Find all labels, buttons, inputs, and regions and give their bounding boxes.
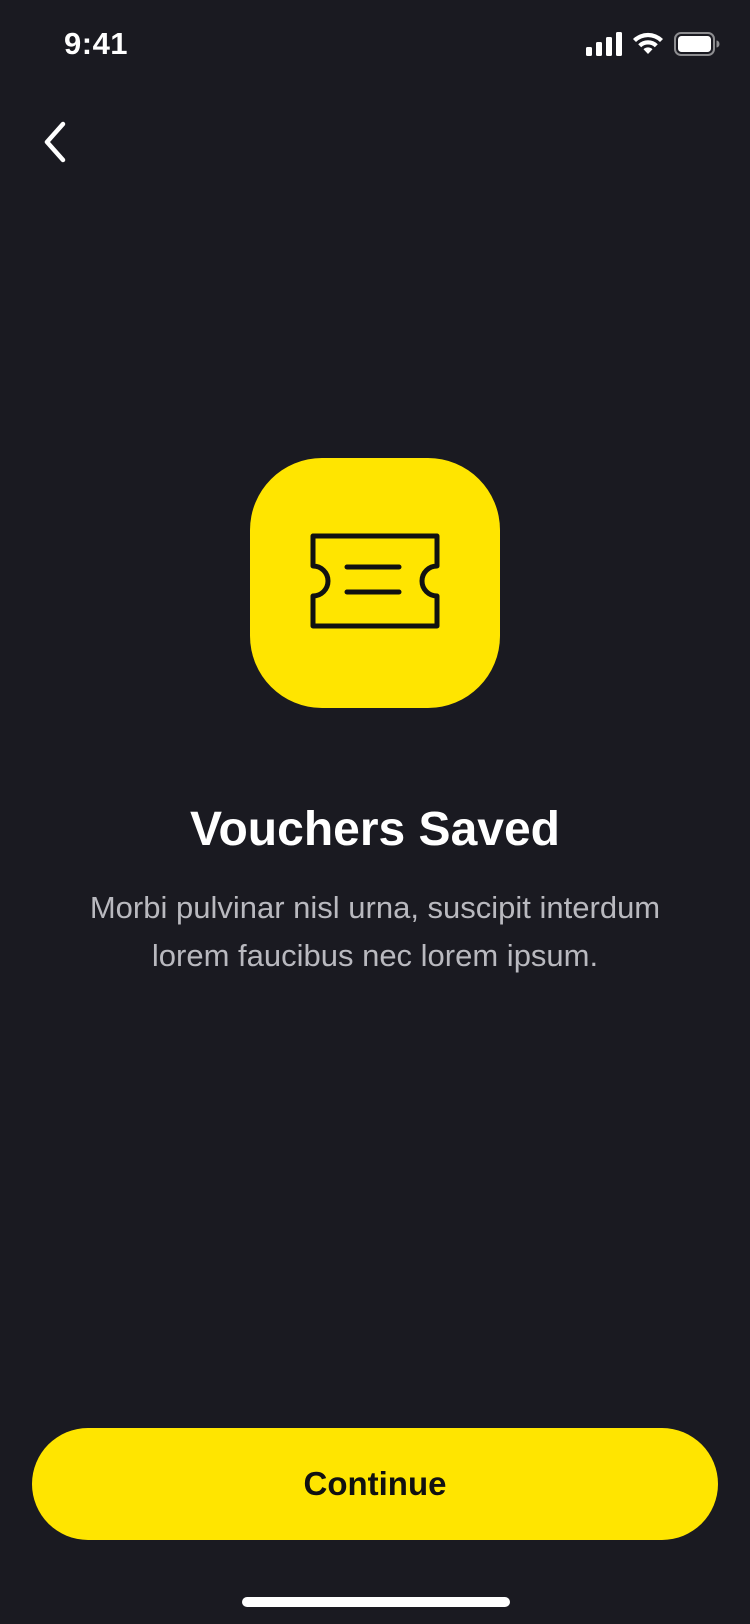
status-icons [586,31,720,61]
battery-icon [674,31,720,61]
continue-button[interactable]: Continue [32,1428,718,1540]
status-time: 9:41 [64,26,129,61]
cellular-signal-icon [586,31,622,61]
home-indicator [242,1597,510,1607]
chevron-left-icon [41,120,69,169]
description-text: Morbi pulvinar nisl urna, suscipit inter… [89,890,661,973]
status-bar: 9:41 [0,0,750,94]
page-title: Vouchers Saved [190,803,560,856]
back-button[interactable] [30,112,80,176]
ticket-icon [309,532,441,635]
voucher-illustration [250,458,500,708]
wifi-icon [632,32,664,61]
